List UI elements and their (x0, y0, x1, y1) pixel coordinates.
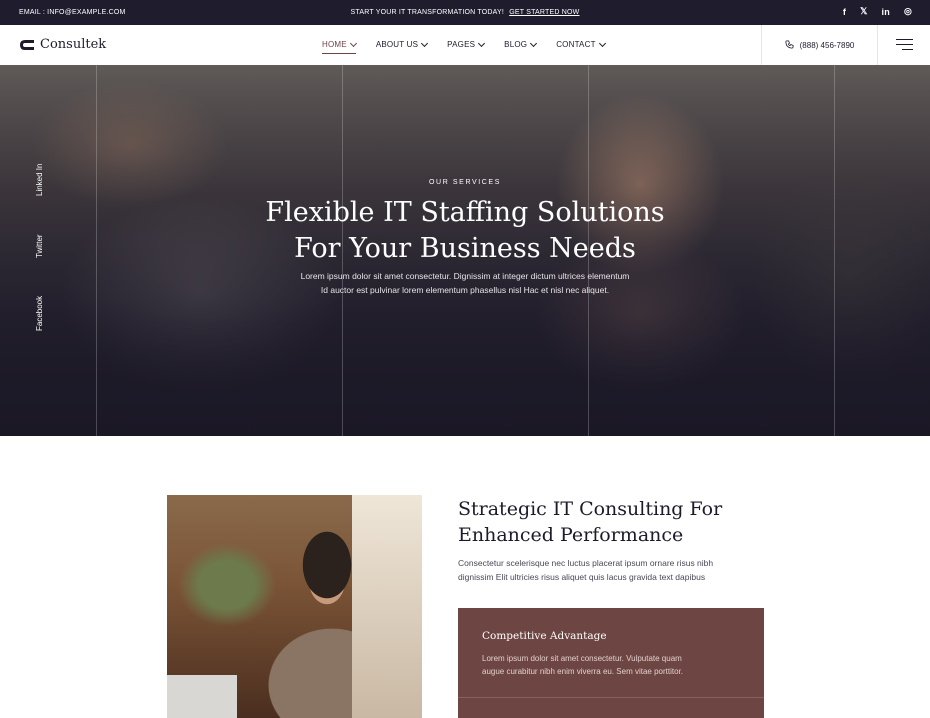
hero-desc-line: Id auctor est pulvinar lorem elementum p… (320, 285, 610, 295)
promo-text: START YOUR IT TRANSFORMATION TODAY! (350, 9, 505, 16)
nav-blog-label: BLOG (504, 40, 528, 49)
chevron-down-icon (598, 39, 606, 47)
section-description: Consectetur scelerisque nec luctus place… (458, 556, 778, 584)
linkedin-icon[interactable]: in (882, 7, 890, 17)
nav-home[interactable]: HOME (322, 39, 357, 54)
card-title: Competitive Advantage (482, 630, 607, 642)
phone-icon (785, 39, 794, 51)
logo-mark-icon (19, 38, 35, 52)
nav-pages[interactable]: PAGES (447, 39, 486, 49)
hero-title-line: Flexible IT Staffing Solutions (265, 197, 665, 228)
nav-blog[interactable]: BLOG (504, 39, 538, 49)
chevron-down-icon (421, 39, 429, 47)
feature-card[interactable]: Competitive Advantage Lorem ipsum dolor … (458, 608, 764, 718)
section-title: Strategic IT Consulting For Enhanced Per… (458, 496, 778, 548)
get-started-link[interactable]: GET STARTED NOW (509, 9, 579, 16)
nav-about-label: ABOUT US (375, 40, 419, 49)
facebook-icon[interactable]: f (843, 7, 846, 17)
logo-text: Consultek (40, 37, 107, 52)
hero-title: Flexible IT Staffing Solutions For Your … (0, 195, 930, 267)
phone-number: (888) 456-7890 (799, 40, 855, 50)
instagram-icon[interactable]: ◎ (904, 6, 912, 17)
consultant-photo (167, 495, 422, 718)
card-divider (458, 697, 764, 698)
section-desc-line: dignissim Elit ultricies risus aliquet q… (458, 572, 706, 582)
top-bar: EMAIL : INFO@EXAMPLE.COM START YOUR IT T… (0, 0, 930, 25)
hamburger-menu-icon[interactable] (896, 39, 913, 51)
card-desc-line: Lorem ipsum dolor sit amet consectetur. … (482, 654, 682, 663)
section-title-line: Strategic IT Consulting For (458, 498, 723, 520)
side-facebook-link[interactable]: Facebook (35, 296, 44, 331)
photo-laptop (167, 675, 237, 718)
logo[interactable]: Consultek (19, 37, 106, 52)
nav-home-label: HOME (322, 40, 347, 49)
chevron-down-icon (530, 39, 538, 47)
nav-contact-label: CONTACT (556, 40, 596, 49)
photo-window (352, 495, 422, 718)
phone-contact[interactable]: (888) 456-7890 (761, 25, 878, 65)
nav-pages-label: PAGES (447, 40, 476, 49)
card-description: Lorem ipsum dolor sit amet consectetur. … (482, 652, 752, 678)
section-desc-line: Consectetur scelerisque nec luctus place… (458, 558, 714, 568)
hero-banner: Linked In Twitter Facebook OUR SERVICES … (0, 65, 930, 436)
hero-description: Lorem ipsum dolor sit amet consectetur. … (0, 269, 930, 297)
topbar-promo: START YOUR IT TRANSFORMATION TODAY! GET … (0, 9, 930, 16)
chevron-down-icon (349, 39, 357, 47)
topbar-socials: f 𝕏 in ◎ (843, 6, 912, 17)
nav-about[interactable]: ABOUT US (375, 39, 429, 49)
x-twitter-icon[interactable]: 𝕏 (860, 6, 867, 17)
hero-title-line: For Your Business Needs (294, 233, 636, 264)
hero-kicker: OUR SERVICES (429, 179, 501, 186)
card-desc-line: augue curabitur nibh enim viverra eu. Se… (482, 667, 683, 676)
site-header: Consultek HOME ABOUT US PAGES BLOG CONTA… (0, 25, 930, 66)
main-nav: HOME ABOUT US PAGES BLOG CONTACT (322, 39, 625, 54)
hero-desc-line: Lorem ipsum dolor sit amet consectetur. … (300, 271, 630, 281)
nav-contact[interactable]: CONTACT (556, 39, 606, 49)
section-title-line: Enhanced Performance (458, 524, 684, 546)
chevron-down-icon (478, 39, 486, 47)
